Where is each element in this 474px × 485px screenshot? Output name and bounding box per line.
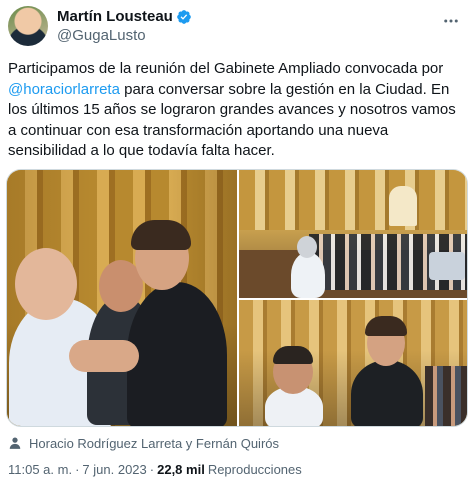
meta-separator: · — [75, 462, 80, 477]
photo-crowd — [425, 366, 467, 426]
tweet-text: Participamos de la reunión del Gabinete … — [8, 59, 468, 162]
avatar[interactable] — [8, 6, 48, 46]
tweet-text-part: Participamos de la reunión del Gabinete … — [8, 60, 444, 77]
views-count: 22,8 mil — [157, 462, 205, 477]
photo-ceiling — [239, 170, 467, 230]
photo-person-hair — [273, 346, 313, 364]
photo-3[interactable] — [239, 300, 467, 426]
tweet-header: Martín Lousteau @GugaLusto — [8, 5, 192, 47]
more-options-icon[interactable] — [442, 12, 460, 30]
name-row: Martín Lousteau — [57, 7, 192, 26]
photo-person-hair — [131, 220, 191, 250]
photo-hands — [69, 340, 139, 372]
verified-badge-icon — [177, 9, 191, 24]
author-handle[interactable]: @GugaLusto — [57, 26, 192, 45]
photo-2[interactable] — [239, 170, 467, 298]
author-display-name[interactable]: Martín Lousteau — [57, 7, 173, 26]
photo-person — [291, 252, 325, 298]
tweet-card: Martín Lousteau @GugaLusto Participamos … — [0, 0, 474, 485]
meta-separator: · — [149, 462, 155, 477]
photo-person-head — [15, 248, 77, 320]
photo-chair — [429, 252, 465, 280]
photo-1[interactable] — [7, 170, 237, 426]
mention-link[interactable]: @horaciorlarreta — [8, 81, 120, 98]
tweet-meta: 11:05 a. m. · 7 jun. 2023 · 22,8 mil Rep… — [8, 462, 302, 478]
photo-person-hair — [365, 316, 407, 336]
photo-person — [351, 360, 423, 426]
person-icon — [9, 437, 21, 449]
photo-window — [389, 186, 417, 226]
photo-person — [127, 282, 227, 426]
author-names: Martín Lousteau @GugaLusto — [57, 7, 192, 45]
tweet-time[interactable]: 11:05 a. m. — [8, 462, 72, 478]
tweet-date[interactable]: 7 jun. 2023 — [82, 462, 146, 478]
views-label: Reproducciones — [207, 462, 302, 477]
tagged-people-text[interactable]: Horacio Rodríguez Larreta y Fernán Quiró… — [29, 436, 279, 451]
tagged-people[interactable]: Horacio Rodríguez Larreta y Fernán Quiró… — [8, 434, 279, 452]
photo-grid — [6, 169, 468, 427]
photo-person-head — [297, 236, 317, 258]
